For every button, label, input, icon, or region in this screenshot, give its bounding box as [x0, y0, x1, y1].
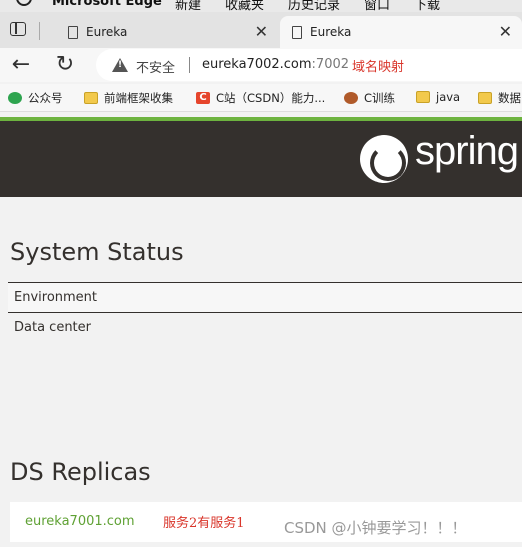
folder-icon [416, 91, 430, 103]
bookmark-label: 前端框架收集 [104, 91, 173, 105]
system-menu-bar: Microsoft Edge 新建 收藏夹 历史记录 窗口 下载 [0, 0, 522, 12]
status-row-environment: Environment [8, 282, 522, 313]
back-arrow-icon[interactable]: ← [8, 52, 34, 78]
folder-icon [84, 92, 98, 104]
bookmark-java[interactable]: java [416, 90, 460, 104]
bookmark-csdn[interactable]: C C站（CSDN）能力... [196, 90, 325, 106]
spring-logo-text[interactable]: spring [415, 129, 519, 174]
ds-replicas-title: DS Replicas [10, 458, 151, 486]
url-port: :7002 [311, 57, 350, 72]
spring-header: spring [0, 121, 522, 197]
tab-eureka-2-active[interactable]: Eureka ✕ [280, 16, 522, 48]
menu-item-history[interactable]: 历史记录 [288, 0, 340, 12]
apple-logo-icon[interactable] [16, 0, 32, 6]
navigation-bar: ← ↻ 不安全 eureka7002.com:7002 域名映射 [0, 48, 522, 82]
tab-separator [39, 22, 40, 40]
person-icon [344, 92, 358, 104]
replica-link[interactable]: eureka7001.com [25, 514, 135, 529]
status-row-data-center: Data center [14, 320, 91, 335]
spring-logo-icon[interactable] [360, 135, 408, 183]
reload-icon[interactable]: ↻ [52, 52, 78, 78]
bookmark-frontend[interactable]: 前端框架收集 [84, 90, 173, 106]
bookmark-data[interactable]: 数据 [478, 90, 521, 106]
csdn-icon: C [196, 92, 210, 104]
system-status-table: Environment Data center [8, 282, 522, 344]
bookmark-label: C站（CSDN）能力... [216, 91, 326, 105]
page-icon [68, 25, 78, 39]
url-text[interactable]: eureka7002.com:7002 [202, 57, 349, 72]
bookmark-wechat[interactable]: 公众号 [8, 90, 63, 106]
csdn-watermark: CSDN @小钟要学习！！！ [284, 519, 467, 537]
address-divider [189, 57, 190, 73]
insecure-label[interactable]: 不安全 [136, 57, 175, 76]
bookmark-label: 公众号 [28, 91, 63, 105]
url-host: eureka7002.com [202, 57, 312, 72]
menu-app-name[interactable]: Microsoft Edge [52, 0, 162, 9]
menu-item-favorites[interactable]: 收藏夹 [225, 0, 264, 12]
bookmarks-bar: 公众号 前端框架收集 C C站（CSDN）能力... C训练 java 数据 [0, 84, 522, 112]
tab-title: Eureka [86, 25, 128, 39]
close-tab-icon[interactable]: ✕ [255, 22, 268, 41]
warning-icon[interactable] [112, 58, 128, 72]
replica-annotation: 服务2有服务1 [163, 516, 245, 531]
bookmark-label: 数据 [498, 91, 521, 105]
tab-eureka-1[interactable]: Eureka ✕ [68, 16, 278, 48]
bookmark-label: C训练 [364, 91, 396, 105]
bookmark-label: java [436, 90, 461, 104]
tab-title: Eureka [310, 25, 352, 39]
folder-icon [478, 92, 492, 104]
menu-item-downloads[interactable]: 下载 [414, 0, 440, 12]
tab-strip: Eureka ✕ Eureka ✕ [0, 12, 522, 48]
bookmark-ctraining[interactable]: C训练 [344, 90, 395, 106]
page-icon [292, 25, 302, 39]
tab-actions-icon[interactable] [10, 22, 26, 36]
menu-item-window[interactable]: 窗口 [364, 0, 390, 12]
system-status-title: System Status [10, 238, 184, 266]
address-bar[interactable]: 不安全 eureka7002.com:7002 域名映射 [96, 49, 522, 81]
domain-mapping-annotation: 域名映射 [352, 60, 405, 75]
menu-item-new[interactable]: 新建 [175, 0, 201, 12]
close-tab-icon[interactable]: ✕ [499, 22, 512, 41]
wechat-icon [8, 92, 22, 104]
